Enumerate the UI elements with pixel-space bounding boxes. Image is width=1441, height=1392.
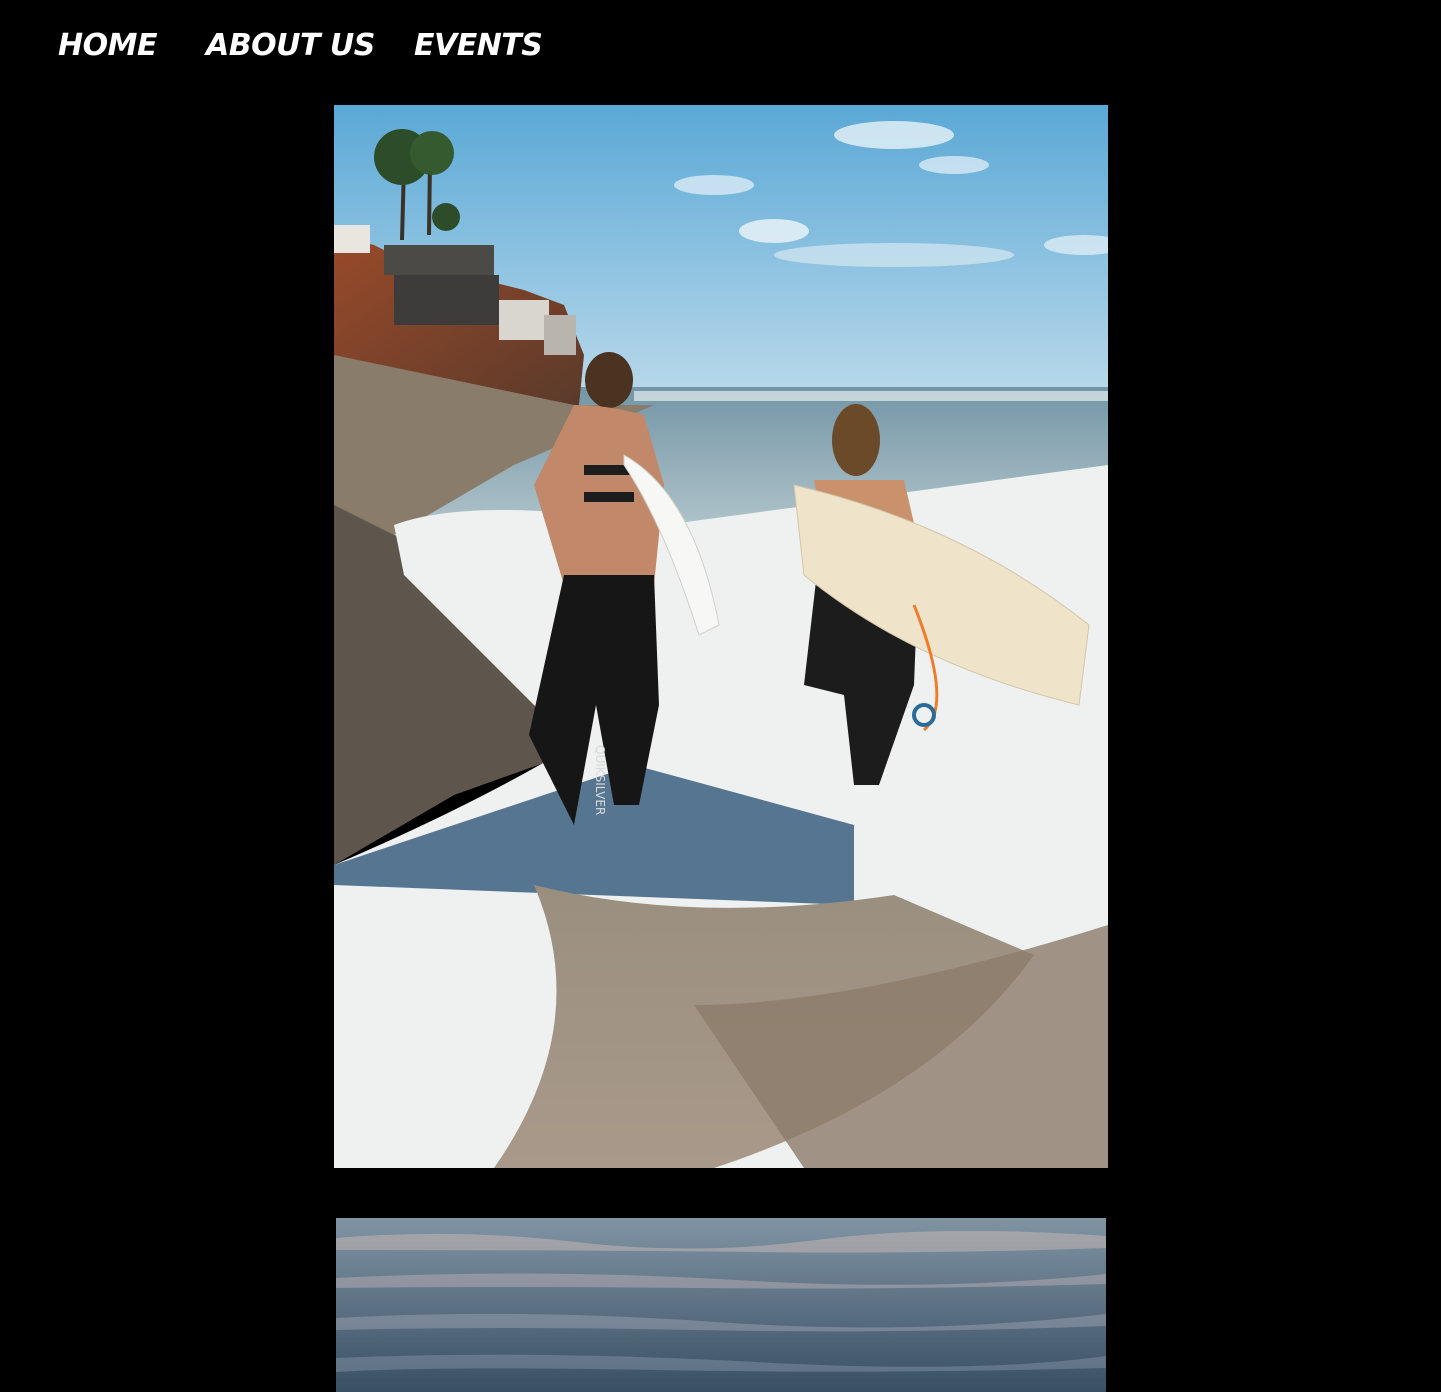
nav-about-us-link[interactable]: ABOUT US (206, 26, 414, 66)
page: HOME ABOUT US EVENTS QUIKSILVER (0, 0, 1441, 1392)
wetsuit-brand-text: QUIKSILVER (593, 745, 607, 815)
nav-home-link[interactable]: HOME (58, 26, 206, 66)
nav-events-link[interactable]: EVENTS (414, 26, 543, 66)
main-nav: HOME ABOUT US EVENTS (58, 26, 543, 66)
surfers-walking-photo: QUIKSILVER (334, 105, 1108, 1168)
ocean-water-photo (336, 1218, 1106, 1392)
